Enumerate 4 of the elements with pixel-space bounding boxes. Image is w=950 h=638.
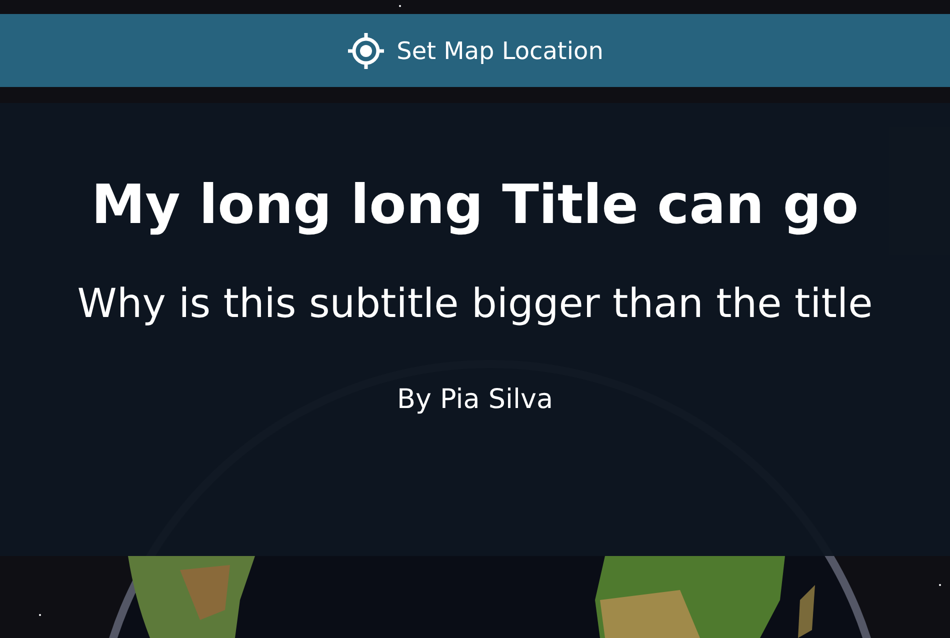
story-subtitle: Why is this subtitle bigger than the title: [77, 284, 873, 324]
set-location-button[interactable]: Set Map Location: [0, 14, 950, 87]
crosshair-icon: [346, 32, 385, 70]
byline: By Pia Silva: [396, 386, 554, 413]
